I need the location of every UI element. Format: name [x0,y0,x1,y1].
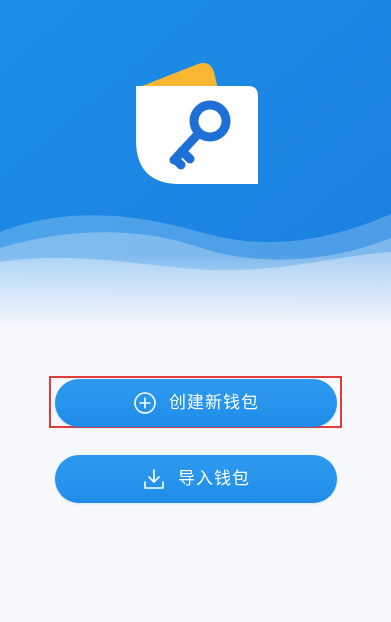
wallet-welcome-screen: 创建新钱包 导入钱包 [0,0,391,622]
plus-circle-icon [133,391,157,415]
create-wallet-button[interactable]: 创建新钱包 [55,379,337,427]
import-wallet-label: 导入钱包 [178,468,250,489]
import-wallet-button[interactable]: 导入钱包 [55,455,337,503]
create-wallet-label: 创建新钱包 [169,392,259,413]
download-icon [142,467,166,491]
wallet-key-icon [130,58,262,188]
